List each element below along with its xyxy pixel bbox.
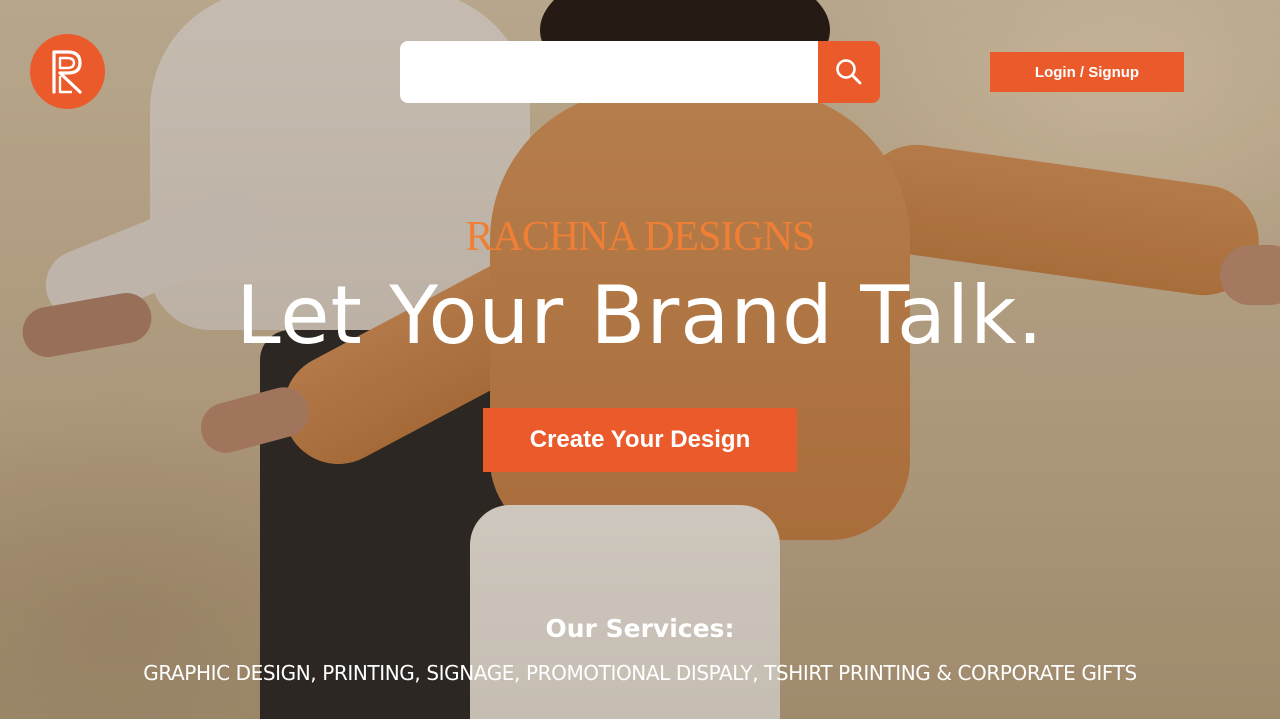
create-design-button[interactable]: Create Your Design <box>483 408 797 472</box>
services-heading: Our Services: <box>545 614 735 643</box>
login-signup-button[interactable]: Login / Signup <box>990 52 1184 92</box>
hero-headline: Let Your Brand Talk. <box>236 269 1044 362</box>
services-list: GRAPHIC DESIGN, PRINTING, SIGNAGE, PROMO… <box>143 661 1137 685</box>
search-button[interactable] <box>818 41 880 103</box>
rachna-logo-icon[interactable] <box>30 34 105 109</box>
logo-glyph <box>51 49 82 94</box>
search-icon <box>836 59 862 85</box>
brand-name: RACHNA DESIGNS <box>465 214 816 260</box>
search-input[interactable] <box>400 41 818 103</box>
